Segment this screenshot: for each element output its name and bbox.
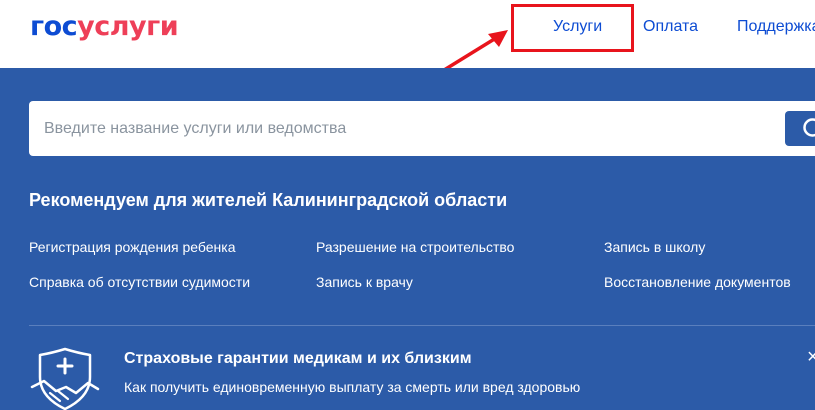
- rec-link-doctor-appointment[interactable]: Запись к врачу: [316, 273, 413, 291]
- rec-link-criminal-record-certificate[interactable]: Справка об отсутствии судимости: [29, 273, 250, 291]
- recommend-title: Рекомендуем для жителей Калининградской …: [29, 190, 508, 210]
- search-input[interactable]: [29, 101, 749, 156]
- close-icon[interactable]: ×: [807, 346, 815, 368]
- search-button[interactable]: [785, 111, 815, 146]
- search-bar: [29, 101, 815, 156]
- section-divider: [29, 325, 815, 326]
- logo-part-uslugi: услуги: [77, 11, 179, 42]
- header: госуслуги Услуги Оплата Поддержка: [0, 0, 815, 77]
- gosuslugi-logo[interactable]: госуслуги: [30, 11, 179, 43]
- services-highlight-box: [511, 4, 634, 52]
- rec-link-document-recovery[interactable]: Восстановление документов: [604, 273, 791, 291]
- nav-support[interactable]: Поддержка: [737, 17, 815, 37]
- rec-link-school-enrollment[interactable]: Запись в школу: [604, 238, 705, 256]
- rec-link-birth-registration[interactable]: Регистрация рождения ребенка: [29, 238, 236, 256]
- banner-title[interactable]: Страховые гарантии медикам и их близким: [124, 349, 472, 369]
- banner-text: Как получить единовременную выплату за с…: [124, 379, 581, 395]
- logo-part-gos: гос: [30, 11, 78, 42]
- nav-payment[interactable]: Оплата: [643, 17, 698, 37]
- search-icon: [803, 118, 815, 137]
- main-panel: Рекомендуем для жителей Калининградской …: [0, 68, 815, 410]
- medical-shield-handshake-icon: [30, 347, 100, 410]
- rec-link-building-permit[interactable]: Разрешение на строительство: [316, 238, 514, 256]
